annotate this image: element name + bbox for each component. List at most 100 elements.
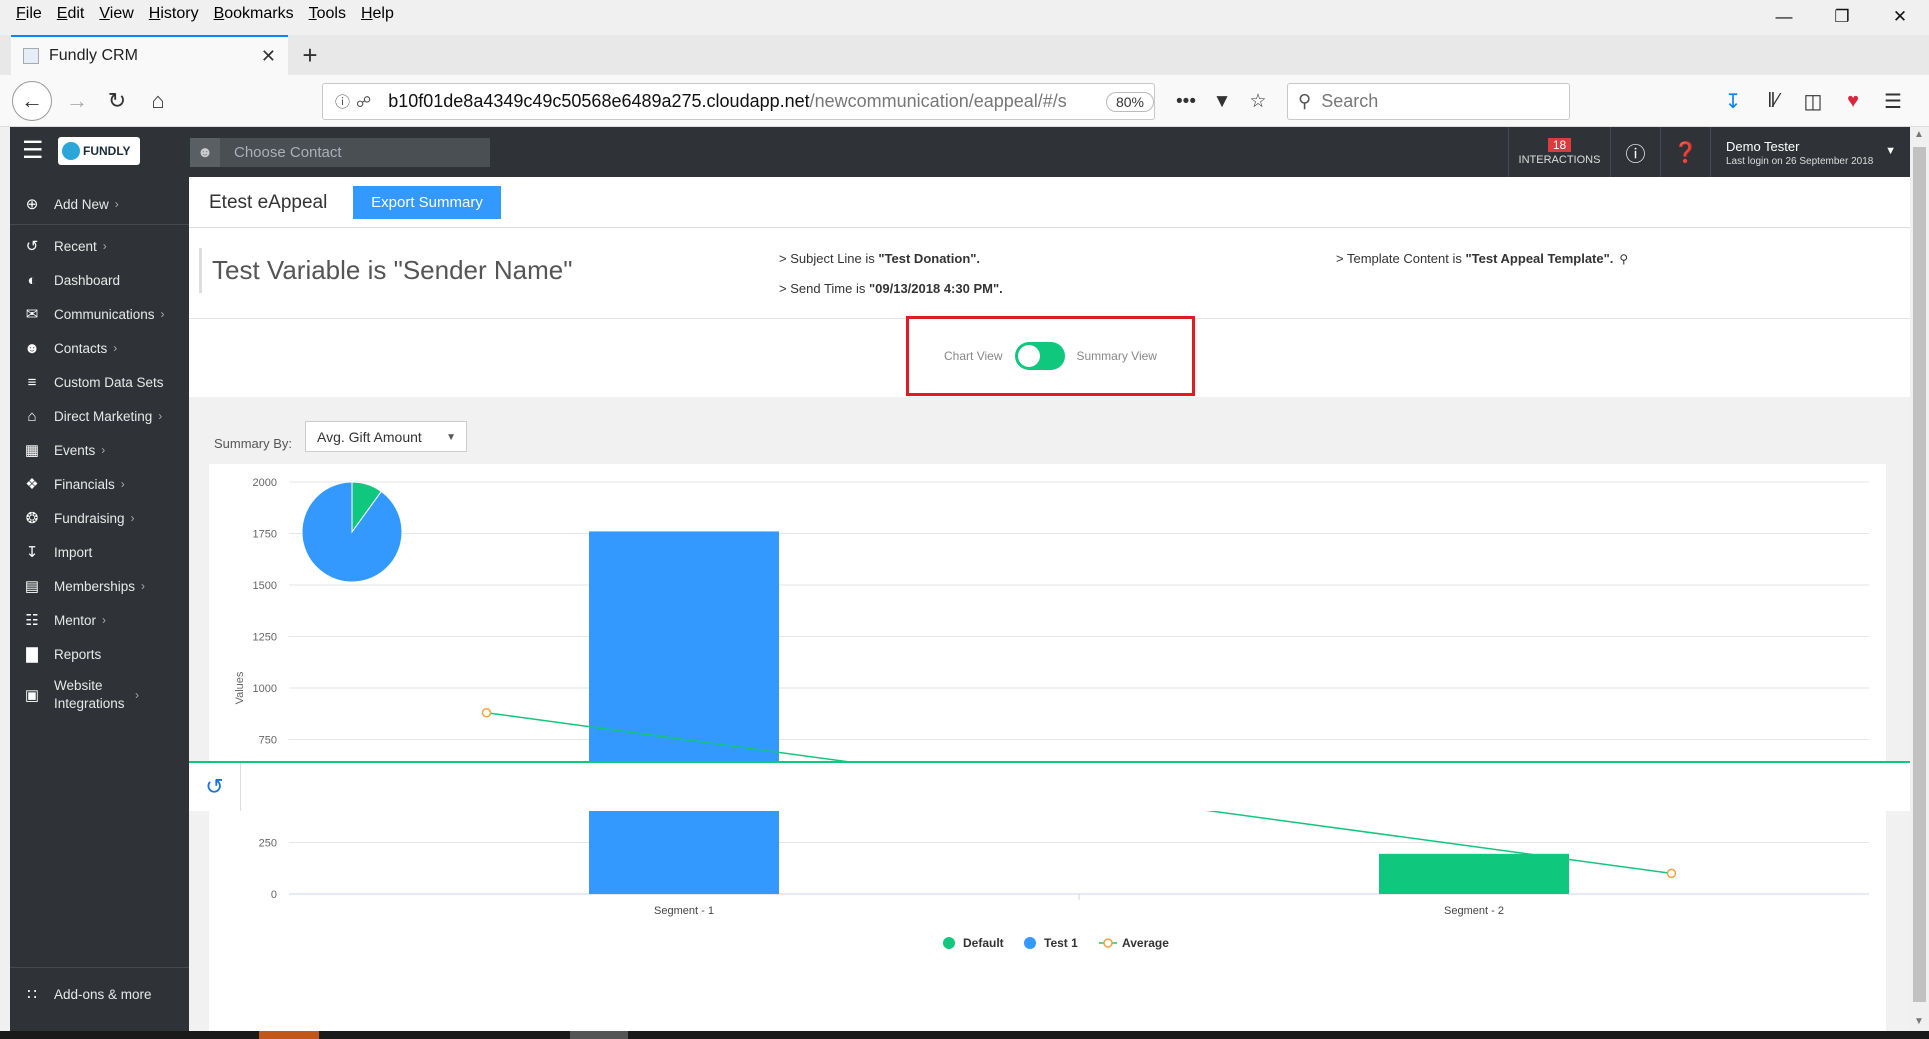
sidebar-item-dashboard[interactable]: ◐ Dashboard <box>10 267 189 293</box>
menu-toggle-icon[interactable]: ☰ <box>22 138 48 164</box>
minimize-icon[interactable]: — <box>1755 0 1813 34</box>
summary-by-select[interactable]: Avg. Gift Amount ▼ <box>305 421 467 452</box>
palette-icon: ◐ <box>27 271 37 289</box>
y-tick-label: 0 <box>271 889 277 901</box>
back-arrow-icon[interactable]: ← <box>12 81 52 121</box>
x-tick-label: Segment - 1 <box>654 905 714 917</box>
download-icon[interactable]: ↧ <box>1713 89 1753 114</box>
y-tick-label: 250 <box>259 838 277 850</box>
pocket-shield-icon[interactable]: ▼ <box>1204 91 1240 113</box>
sidebar-item-recent[interactable]: ↺ Recent › <box>10 233 189 259</box>
close-tab-icon[interactable]: ✕ <box>261 46 276 67</box>
preview-search-icon[interactable]: ⚲ <box>1619 252 1628 266</box>
back-return-icon[interactable]: ↺ <box>189 763 241 811</box>
chevron-right-icon: › <box>113 341 118 355</box>
view-toggle-switch[interactable] <box>1014 342 1065 370</box>
help-icon[interactable]: ❓ <box>1660 127 1710 177</box>
pocket-icon[interactable]: ♥ <box>1833 90 1873 113</box>
site-info-icon[interactable]: ⓘ☍ <box>323 91 388 112</box>
menu-bookmarks[interactable]: Bookmarks <box>214 5 294 23</box>
y-tick-label: 750 <box>259 735 277 747</box>
window-icon: ▣ <box>24 687 40 704</box>
subject-line-info: > Subject Line is "Test Donation". <box>779 251 981 266</box>
reload-icon[interactable]: ↻ <box>97 81 137 121</box>
browser-tab[interactable]: Fundly CRM ✕ <box>11 35 288 75</box>
sidebar-item-import[interactable]: ↧ Import <box>10 539 189 565</box>
browser-search-field[interactable]: ⚲ Search <box>1287 83 1570 120</box>
menu-tools[interactable]: Tools <box>309 5 346 23</box>
sidebar-item-reports[interactable]: ▇ Reports <box>10 641 189 667</box>
new-tab-icon[interactable]: + <box>297 35 323 75</box>
url-bar[interactable]: ⓘ☍ b10f01de8a4349c49c50568e6489a275.clou… <box>322 83 1155 120</box>
menu-file[interactable]: File <box>16 5 42 23</box>
sidebar-item-label: Memberships <box>54 578 136 594</box>
zoom-level[interactable]: 80% <box>1105 91 1154 112</box>
browser-menubar: File Edit View History Bookmarks Tools Help <box>0 0 1929 27</box>
sidebar-item-financials[interactable]: ❖ Financials › <box>10 471 189 497</box>
summary-by-value: Avg. Gift Amount <box>317 428 422 445</box>
sidebar-item-add-new[interactable]: ⊕ Add New › <box>10 191 189 217</box>
sidebar-item-label: Add-ons & more <box>54 986 152 1002</box>
sidebar-item-custom-data-sets[interactable]: ≡ Custom Data Sets <box>10 369 189 395</box>
menu-history[interactable]: History <box>149 5 199 23</box>
chevron-right-icon: › <box>101 443 106 457</box>
sidebar-item-mentor[interactable]: ☷ Mentor › <box>10 607 189 633</box>
download-icon: ↧ <box>25 544 39 561</box>
info-icon[interactable]: ⓘ <box>1610 127 1660 177</box>
interactions-button[interactable]: 18 INTERACTIONS <box>1508 127 1610 177</box>
interactions-label: INTERACTIONS <box>1518 154 1601 166</box>
toggle-knob <box>1017 345 1040 367</box>
scroll-up-icon[interactable]: ▲ <box>1914 129 1924 140</box>
search-placeholder: Search <box>1321 91 1379 111</box>
taskbar-app[interactable] <box>259 1031 319 1039</box>
sidebar-item-contacts[interactable]: ☻ Contacts › <box>10 335 189 361</box>
scroll-thumb[interactable] <box>1913 147 1926 1002</box>
sidebar-item-events[interactable]: ▦ Events › <box>10 437 189 463</box>
user-menu[interactable]: Demo Tester Last login on 26 September 2… <box>1710 127 1910 177</box>
trophy-icon: ❂ <box>25 510 39 527</box>
chevron-right-icon: › <box>130 511 135 525</box>
logo-text: FUNDLY <box>83 144 131 158</box>
header-right: 18 INTERACTIONS ⓘ ❓ Demo Tester Last log… <box>1508 127 1910 177</box>
menu-edit[interactable]: Edit <box>57 5 85 23</box>
database-icon: ≡ <box>27 373 37 391</box>
sidebar-item-label: Website Integrations <box>54 678 125 711</box>
scroll-down-icon[interactable]: ▼ <box>1914 1016 1924 1027</box>
menu-help[interactable]: Help <box>361 5 394 23</box>
sidebar-item-fundraising[interactable]: ❂ Fundraising › <box>10 505 189 531</box>
tab-strip: Fundly CRM ✕ + <box>0 35 1929 75</box>
caret-down-icon: ▼ <box>446 432 456 443</box>
sidebar-item-addons[interactable]: ∷ Add-ons & more <box>10 981 189 1007</box>
fundly-logo[interactable]: FUNDLY <box>58 137 140 165</box>
segment-chart: 025050075010001250150017502000ValuesSegm… <box>234 477 1869 950</box>
sidebar-item-direct-marketing[interactable]: ⌂ Direct Marketing › <box>10 403 189 429</box>
sidebar-item-website-integrations[interactable]: ▣ Website Integrations › <box>10 675 189 715</box>
sidebar-toggle-icon[interactable]: ◫ <box>1793 89 1833 114</box>
sidebar-item-label: Communications <box>54 306 155 322</box>
sidebar-item-communications[interactable]: ✉ Communications › <box>10 301 189 327</box>
library-icon[interactable]: ‖⁄ <box>1753 90 1793 113</box>
page-scrollbar[interactable]: ▲ ▼ <box>1910 127 1929 1031</box>
forward-arrow-icon[interactable]: → <box>57 81 97 121</box>
restore-icon[interactable]: ❐ <box>1813 0 1871 34</box>
menu-view[interactable]: View <box>99 5 133 23</box>
sidebar-item-label: Contacts <box>54 340 108 356</box>
page-favicon-icon <box>23 48 39 64</box>
bookmark-star-icon[interactable]: ☆ <box>1240 90 1276 113</box>
average-point <box>1666 868 1677 879</box>
taskbar-app[interactable] <box>570 1031 628 1039</box>
chevron-right-icon: › <box>160 307 165 321</box>
sidebar-item-label: Mentor <box>54 612 97 628</box>
sidebar-item-label: Custom Data Sets <box>54 374 164 390</box>
hamburger-menu-icon[interactable]: ☰ <box>1873 89 1913 114</box>
more-actions-icon[interactable]: ••• <box>1168 91 1204 113</box>
sidebar-item-memberships[interactable]: ▤ Memberships › <box>10 573 189 599</box>
legend-average-marker-icon <box>1103 938 1113 948</box>
y-tick-label: 2000 <box>253 477 277 489</box>
export-summary-button[interactable]: Export Summary <box>353 186 501 219</box>
choose-contact-input[interactable]: ☻ Choose Contact <box>190 138 490 167</box>
close-window-icon[interactable]: ✕ <box>1871 0 1929 34</box>
home-icon[interactable]: ⌂ <box>138 81 178 121</box>
sidebar-item-label: Import <box>54 544 93 560</box>
sidebar-item-label: Events <box>54 442 96 458</box>
